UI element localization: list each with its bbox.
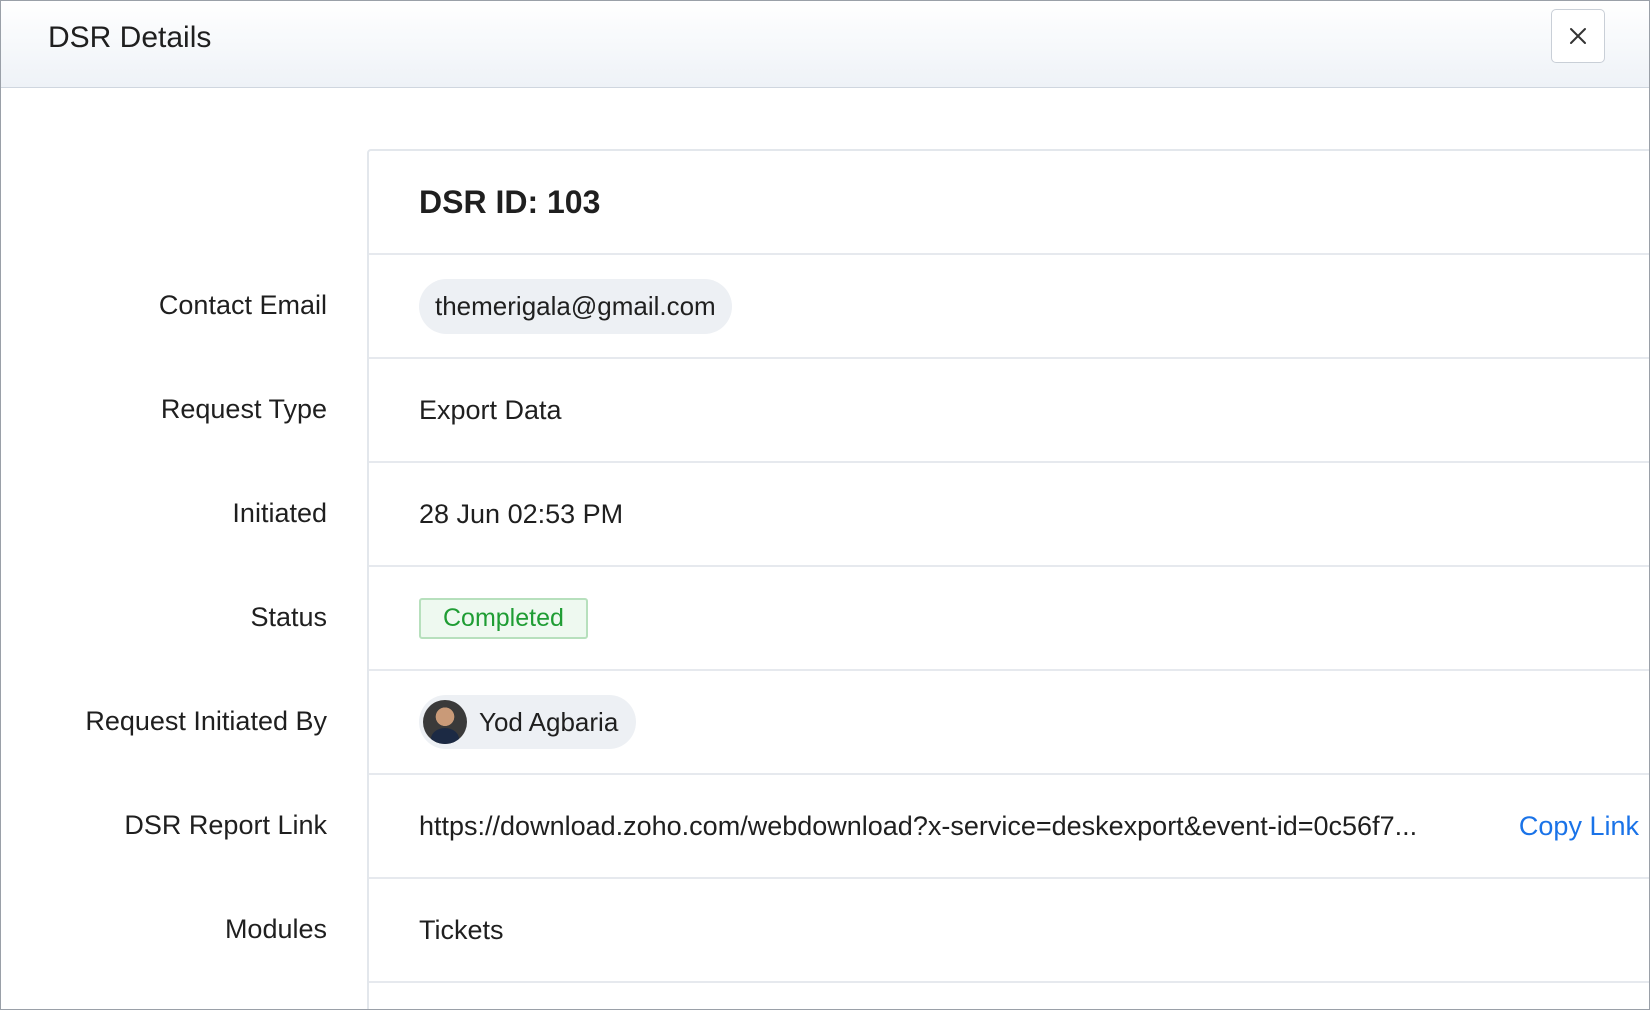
dsr-id-title: DSR ID: 103 (419, 183, 601, 220)
user-chip[interactable]: Yod Agbaria (419, 695, 637, 749)
close-icon (1570, 28, 1586, 44)
contact-email-chip[interactable]: themerigala@gmail.com (419, 278, 732, 334)
report-link-row: https://download.zoho.com/webdownload?x-… (369, 775, 1649, 879)
status-row: Completed (369, 567, 1649, 671)
label-request-type: Request Type (160, 393, 327, 424)
initiated-value: 28 Jun 02:53 PM (419, 498, 624, 529)
label-modules: Modules (224, 913, 327, 944)
initiated-row: 28 Jun 02:53 PM (369, 463, 1649, 567)
modules-value: Tickets (419, 914, 504, 945)
dialog-title: DSR Details (48, 21, 212, 54)
report-link-url: https://download.zoho.com/webdownload?x-… (419, 810, 1418, 841)
label-initiated-by: Request Initiated By (85, 705, 327, 736)
close-button[interactable] (1551, 9, 1605, 63)
label-contact-email: Contact Email (158, 289, 327, 320)
contact-email-row: themerigala@gmail.com (369, 255, 1649, 359)
status-badge: Completed (419, 597, 588, 639)
initiated-by-name: Yod Agbaria (479, 706, 619, 737)
label-report-link: DSR Report Link (124, 809, 327, 840)
details-panel: DSR ID: 103 themerigala@gmail.com Export… (367, 149, 1649, 1009)
label-initiated: Initiated (232, 497, 327, 528)
dsr-id-row: DSR ID: 103 (369, 151, 1649, 255)
avatar (423, 700, 467, 744)
modules-row: Tickets (369, 879, 1649, 983)
dialog-header: DSR Details (1, 1, 1649, 88)
initiated-by-row: Yod Agbaria (369, 671, 1649, 775)
dsr-details-dialog: DSR Details Contact Email Request Type I… (0, 0, 1650, 1010)
label-status: Status (250, 601, 327, 632)
request-type-value: Export Data (419, 394, 562, 425)
copy-link-button[interactable]: Copy Link (1519, 811, 1639, 842)
field-labels: Contact Email Request Type Initiated Sta… (1, 149, 327, 981)
request-type-row: Export Data (369, 359, 1649, 463)
